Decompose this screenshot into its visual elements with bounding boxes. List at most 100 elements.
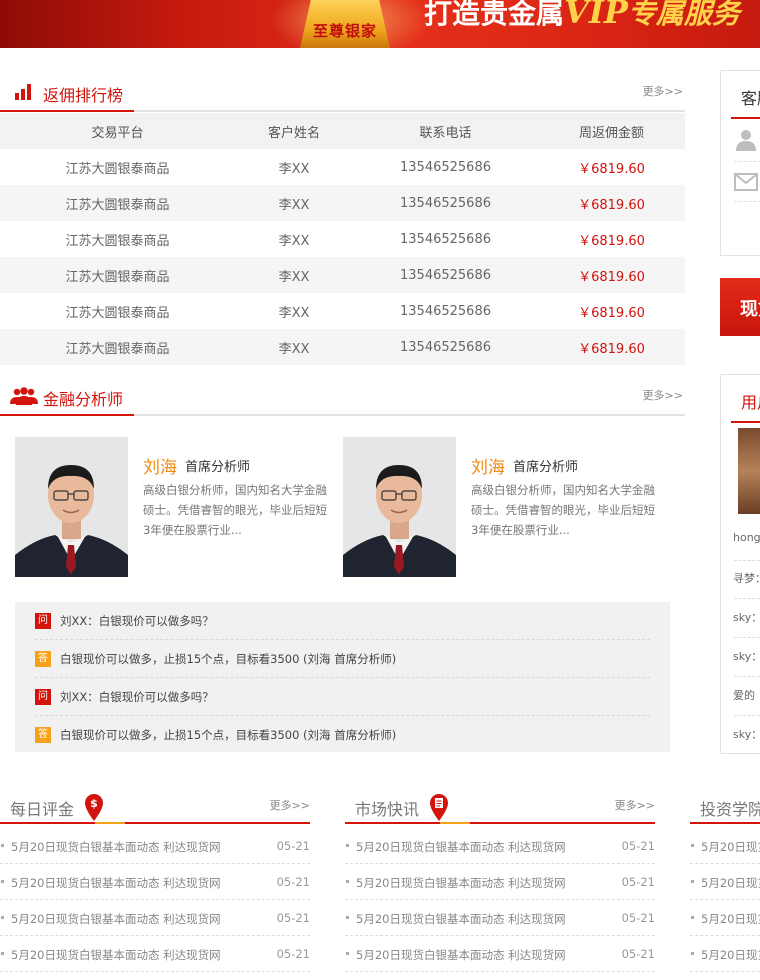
news-item-date: 05-21 (621, 911, 655, 925)
col-platform: 交易平台 (0, 113, 235, 149)
user-comment[interactable]: sky： (733, 648, 760, 664)
news-item[interactable]: 5月20日现货白银基本面动态 利达现货网 05-21 (345, 864, 655, 900)
news-item-title[interactable]: 5月20日现货白银基本面动态 利达现货网 (356, 875, 566, 891)
header-segment (440, 822, 470, 824)
analysts-header: 金融分析师 更多>> (0, 374, 685, 416)
answer-tag: 答 (35, 651, 51, 667)
header-segment (95, 822, 125, 824)
news-item-date: 05-21 (276, 911, 310, 925)
cell-customer: 李XX (235, 149, 353, 185)
cell-platform: 江苏大圆银泰商品 (0, 293, 235, 329)
news-item[interactable]: 5月20日现货白银基本面动态 利达现货网 05-21 (0, 900, 310, 936)
analyst-name[interactable]: 刘海 (471, 453, 505, 478)
news-item[interactable]: 5月20日现货白银基本面动态 利达现货网 05-21 (0, 936, 310, 972)
news-header: 投资学院 (690, 790, 760, 824)
analyst-photo (15, 437, 128, 577)
news-item[interactable]: 5月20日现货 (690, 828, 760, 864)
qa-question-row[interactable]: 问 刘XX：白银现价可以做多吗？ (35, 602, 650, 640)
ranking-more-link[interactable]: 更多>> (643, 83, 683, 99)
news-item-title[interactable]: 5月20日现货 (701, 947, 760, 963)
cell-platform: 江苏大圆银泰商品 (0, 257, 235, 293)
news-item-date: 05-21 (621, 839, 655, 853)
news-item-date: 05-21 (621, 947, 655, 961)
news-title: 市场快讯 (355, 800, 420, 819)
news-item[interactable]: 5月20日现货 (690, 936, 760, 972)
news-item-date: 05-21 (276, 839, 310, 853)
news-item[interactable]: 5月20日现货白银基本面动态 利达现货网 05-21 (345, 828, 655, 864)
user-divider (734, 560, 760, 561)
analysts-more-link[interactable]: 更多>> (643, 387, 683, 403)
table-header-row: 交易平台 客户姓名 联系电话 周返佣金额 (0, 113, 685, 149)
news-item-title[interactable]: 5月20日现货 (701, 839, 760, 855)
user-comment[interactable]: hong (733, 531, 760, 544)
table-row: 江苏大圆银泰商品 李XX 13546525686 ￥6819.60 (0, 185, 685, 221)
user-comment[interactable]: sky： (733, 726, 760, 742)
news-item-title[interactable]: 5月20日现货白银基本面动态 利达现货网 (11, 911, 221, 927)
spot-trade-button[interactable]: 现货 (720, 278, 760, 336)
analysts-header-accent (0, 414, 134, 416)
cell-phone: 13546525686 (353, 149, 538, 185)
news-item-title[interactable]: 5月20日现货白银基本面动态 利达现货网 (11, 947, 221, 963)
pin-symbol: $ (90, 797, 98, 810)
header-segment (125, 822, 310, 824)
news-more-link[interactable]: 更多>> (615, 797, 655, 813)
banner-badge-text: 至尊银家 (312, 22, 377, 40)
cell-phone: 13546525686 (353, 257, 538, 293)
news-item-title[interactable]: 5月20日现货 (701, 875, 760, 891)
news-item-title[interactable]: 5月20日现货白银基本面动态 利达现货网 (356, 839, 566, 855)
user-icon (736, 130, 756, 151)
user-divider (734, 598, 760, 599)
analyst-card[interactable]: 刘海 首席分析师 高级白银分析师，国内知名大学金融硕士。凭借睿智的眼光，毕业后短… (343, 437, 663, 577)
cell-amount: ￥6819.60 (538, 329, 685, 365)
header-segment (470, 822, 655, 824)
mail-icon (734, 173, 758, 191)
news-item-date: 05-21 (621, 875, 655, 889)
news-column-investment-academy: 投资学院 5月20日现货 5月20日现货 5月20日现货 5月20日现货 (690, 790, 760, 980)
qa-text: 白银现价可以做多，止损15个点，目标看3500 (刘海 首席分析师) (60, 652, 397, 666)
ranking-header-accent (0, 110, 134, 112)
news-item-title[interactable]: 5月20日现货白银基本面动态 利达现货网 (11, 839, 221, 855)
qa-question-row[interactable]: 问 刘XX：白银现价可以做多吗？ (35, 678, 650, 716)
cell-platform: 江苏大圆银泰商品 (0, 329, 235, 365)
cell-amount: ￥6819.60 (538, 221, 685, 257)
news-item[interactable]: 5月20日现货白银基本面动态 利达现货网 05-21 (0, 864, 310, 900)
news-list: 5月20日现货白银基本面动态 利达现货网 05-21 5月20日现货白银基本面动态… (0, 828, 310, 972)
news-title: 投资学院 (700, 800, 760, 819)
question-tag: 问 (35, 613, 51, 629)
news-item-date: 05-21 (276, 875, 310, 889)
analyst-card[interactable]: 刘海 首席分析师 高级白银分析师，国内知名大学金融硕士。凭借睿智的眼光，毕业后短… (15, 437, 335, 577)
col-customer: 客户姓名 (235, 113, 353, 149)
news-item[interactable]: 5月20日现货白银基本面动态 利达现货网 05-21 (345, 900, 655, 936)
news-item[interactable]: 5月20日现货 (690, 900, 760, 936)
top-banner: 至尊银家 打造贵金属VIP专属服务 (0, 0, 760, 48)
news-item-title[interactable]: 5月20日现货 (701, 911, 760, 927)
news-item[interactable]: 5月20日现货白银基本面动态 利达现货网 05-21 (345, 936, 655, 972)
qa-box: 问 刘XX：白银现价可以做多吗？ 答 白银现价可以做多，止损15个点，目标看35… (15, 602, 670, 752)
cell-customer: 李XX (235, 257, 353, 293)
customer-service-accent (731, 117, 760, 119)
news-more-link[interactable]: 更多>> (270, 797, 310, 813)
analyst-name[interactable]: 刘海 (143, 453, 177, 478)
news-item[interactable]: 5月20日现货白银基本面动态 利达现货网 05-21 (0, 828, 310, 864)
news-item-title[interactable]: 5月20日现货白银基本面动态 利达现货网 (356, 911, 566, 927)
qa-answer-row[interactable]: 答 白银现价可以做多，止损15个点，目标看3500 (刘海 首席分析师) (35, 716, 650, 754)
news-item-title[interactable]: 5月20日现货白银基本面动态 利达现货网 (11, 875, 221, 891)
slogan-vip: VIP (564, 0, 628, 31)
user-comment[interactable]: 寻梦： (733, 570, 760, 586)
table-row: 江苏大圆银泰商品 李XX 13546525686 ￥6819.60 (0, 149, 685, 185)
dollar-pin-icon: $ (85, 794, 103, 821)
news-item-title[interactable]: 5月20日现货白银基本面动态 利达现货网 (356, 947, 566, 963)
table-row: 江苏大圆银泰商品 李XX 13546525686 ￥6819.60 (0, 329, 685, 365)
spot-trade-button-label: 现货 (740, 299, 760, 320)
news-list: 5月20日现货 5月20日现货 5月20日现货 5月20日现货 (690, 828, 760, 972)
cell-phone: 13546525686 (353, 329, 538, 365)
news-item[interactable]: 5月20日现货 (690, 864, 760, 900)
customer-service-box: 客服 (720, 70, 760, 256)
cell-phone: 13546525686 (353, 293, 538, 329)
user-comment[interactable]: 爱的 (733, 687, 755, 703)
user-comment[interactable]: sky： (733, 609, 760, 625)
customer-service-title: 客服 (741, 89, 760, 108)
qa-answer-row[interactable]: 答 白银现价可以做多，止损15个点，目标看3500 (刘海 首席分析师) (35, 640, 650, 678)
cell-platform: 江苏大圆银泰商品 (0, 185, 235, 221)
ranking-header: 返佣排行榜 更多>> (0, 70, 685, 112)
